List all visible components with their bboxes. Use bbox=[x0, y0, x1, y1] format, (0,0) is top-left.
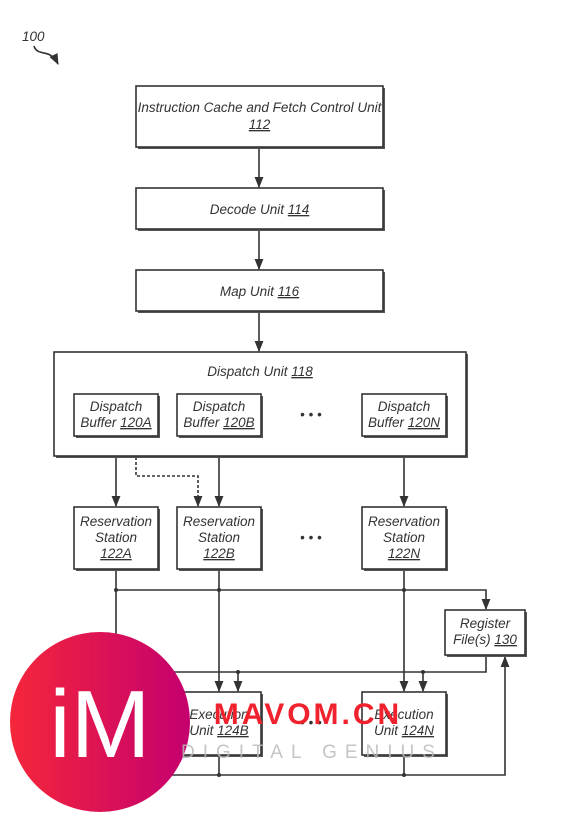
station-ellipsis: • • • bbox=[300, 530, 322, 545]
decode-unit-block: Decode Unit 114 bbox=[135, 187, 385, 231]
dispatch-buffer-120b: Dispatch Buffer 120B bbox=[176, 393, 263, 438]
svg-text:Buffer 120B: Buffer 120B bbox=[183, 415, 254, 430]
svg-text:DIGITAL GENIUS: DIGITAL GENIUS bbox=[181, 742, 443, 763]
register-file-block: Register File(s) 130 bbox=[444, 609, 527, 657]
svg-text:iM: iM bbox=[49, 671, 150, 778]
figure-label-arrow bbox=[33, 45, 59, 66]
svg-text:Buffer 120A: Buffer 120A bbox=[80, 415, 151, 430]
svg-text:Decode Unit 114: Decode Unit 114 bbox=[210, 202, 310, 217]
fetch-control-unit-block: Instruction Cache and Fetch Control Unit… bbox=[135, 85, 385, 149]
block-diagram: 100 Instruction Cache and Fetch Control … bbox=[10, 29, 527, 812]
reservation-station-122n: Reservation Station 122N bbox=[361, 506, 448, 571]
reservation-station-122b: Reservation Station 122B bbox=[176, 506, 263, 571]
watermark-logo: iM MAVOM.CN DIGITAL GENIUS bbox=[10, 632, 443, 812]
svg-text:Reservation: Reservation bbox=[80, 514, 152, 529]
reservation-station-122a: Reservation Station 122A bbox=[73, 506, 160, 571]
svg-text:Station: Station bbox=[198, 530, 240, 545]
svg-text:Dispatch: Dispatch bbox=[90, 399, 143, 414]
svg-text:Dispatch: Dispatch bbox=[193, 399, 246, 414]
dispatch-buffer-120a: Dispatch Buffer 120A bbox=[73, 393, 160, 438]
svg-text:Dispatch: Dispatch bbox=[378, 399, 431, 414]
svg-text:Reservation: Reservation bbox=[368, 514, 440, 529]
buffer-ellipsis: • • • bbox=[300, 407, 322, 422]
svg-text:Dispatch Unit 118: Dispatch Unit 118 bbox=[207, 364, 313, 379]
svg-text:Map Unit 116: Map Unit 116 bbox=[220, 284, 300, 299]
figure-label: 100 bbox=[22, 29, 45, 44]
svg-text:Buffer 120N: Buffer 120N bbox=[368, 415, 440, 430]
svg-text:122N: 122N bbox=[388, 546, 421, 561]
dispatch-buffer-120n: Dispatch Buffer 120N bbox=[361, 393, 448, 438]
svg-text:Station: Station bbox=[95, 530, 137, 545]
svg-text:122A: 122A bbox=[100, 546, 132, 561]
svg-text:MAVOM.CN: MAVOM.CN bbox=[214, 698, 402, 731]
svg-text:122B: 122B bbox=[203, 546, 235, 561]
svg-text:Reservation: Reservation bbox=[183, 514, 255, 529]
svg-text:Station: Station bbox=[383, 530, 425, 545]
svg-text:112: 112 bbox=[249, 117, 271, 132]
svg-text:Register: Register bbox=[460, 616, 511, 631]
map-unit-block: Map Unit 116 bbox=[135, 269, 385, 313]
svg-text:File(s) 130: File(s) 130 bbox=[453, 632, 517, 647]
svg-text:Instruction Cache and Fetch Co: Instruction Cache and Fetch Control Unit bbox=[138, 100, 383, 115]
